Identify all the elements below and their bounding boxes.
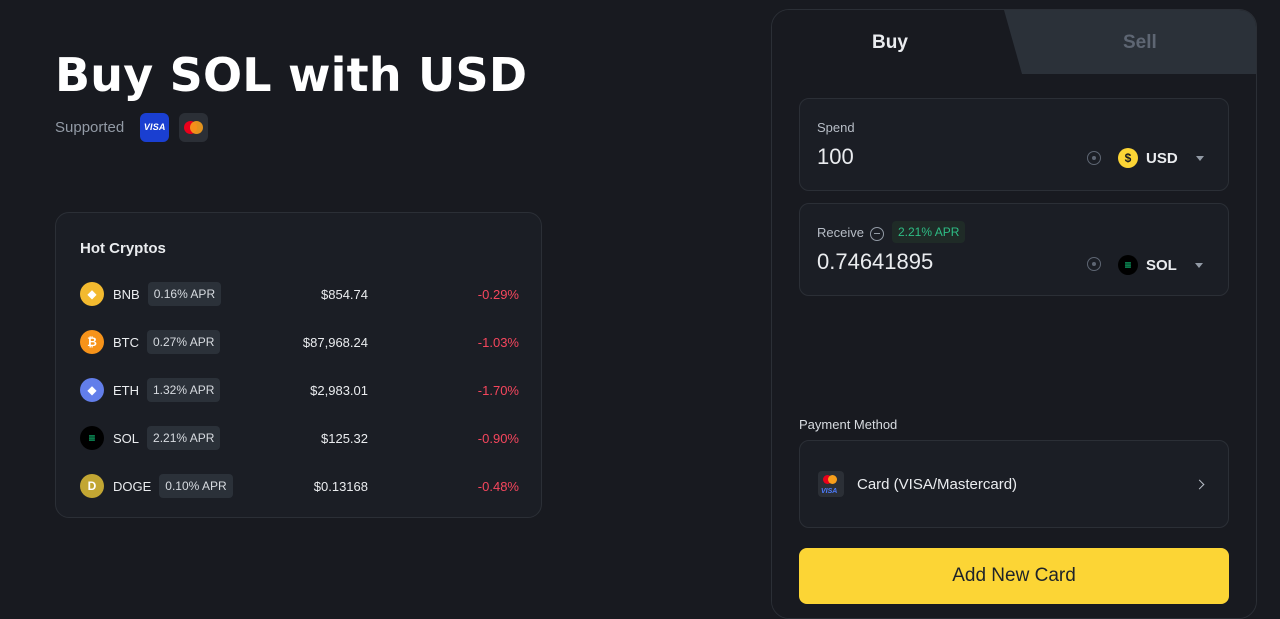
coin-change: -0.48% <box>477 478 519 494</box>
spend-input[interactable]: 100 <box>817 144 854 170</box>
bnb-icon: ◆ <box>80 282 104 306</box>
page-title: Buy SOL with USD <box>55 48 528 102</box>
apr-badge: 0.16% APR <box>147 282 222 306</box>
hot-cryptos-card: Hot Cryptos ◆ BNB 0.16% APR $854.74 -0.2… <box>55 212 542 518</box>
crypto-row-doge[interactable]: D DOGE 0.10% APR $0.13168 -0.48% <box>80 471 520 501</box>
coin-price: $125.32 <box>321 430 368 446</box>
apr-badge: 1.32% APR <box>147 378 221 402</box>
crypto-row-sol[interactable]: ≡ SOL 2.21% APR $125.32 -0.90% <box>80 423 520 453</box>
coin-symbol: SOL <box>113 430 140 446</box>
crypto-row-bnb[interactable]: ◆ BNB 0.16% APR $854.74 -0.29% <box>80 279 520 309</box>
tab-sell[interactable]: Sell <box>1123 32 1157 54</box>
spend-label: Spend <box>817 120 855 135</box>
supported-label: Supported <box>55 118 125 136</box>
coin-price: $2,983.01 <box>310 382 368 398</box>
trade-form: Spend 100 $ USD Receive 2.21% APR 0.7464… <box>772 74 1256 618</box>
receive-field[interactable]: Receive 2.21% APR 0.74641895 ≡ SOL <box>799 203 1229 296</box>
coin-symbol: ETH <box>113 382 139 398</box>
minus-circle-icon[interactable] <box>869 226 884 241</box>
apr-badge: 0.27% APR <box>147 330 221 354</box>
trade-panel: Buy Sell Spend 100 $ USD Receive 2.21% A… <box>771 9 1257 619</box>
coin-change: -1.03% <box>477 334 519 350</box>
sol-icon: ≡ <box>80 426 104 450</box>
coin-symbol: DOGE <box>113 478 152 494</box>
visa-logo-text: VISA <box>143 122 166 132</box>
payment-method-select[interactable]: VISA Card (VISA/Mastercard) <box>799 440 1229 528</box>
receive-currency-label: SOL <box>1146 256 1177 274</box>
coin-change: -1.70% <box>477 382 519 398</box>
mastercard-icon <box>179 112 209 142</box>
coin-price: $87,968.24 <box>302 334 368 350</box>
receive-label-wrap: Receive <box>817 225 884 241</box>
coin-symbol: BTC <box>113 334 139 350</box>
crypto-row-eth[interactable]: ◆ ETH 1.32% APR $2,983.01 -1.70% <box>80 375 520 405</box>
receive-apr-badge: 2.21% APR <box>892 221 966 243</box>
receive-currency-select[interactable]: ≡ SOL <box>1118 255 1203 275</box>
coin-price: $0.13168 <box>313 478 368 494</box>
receive-input[interactable]: 0.74641895 <box>817 249 933 275</box>
spend-currency-label: USD <box>1146 149 1178 167</box>
chevron-down-icon <box>1194 262 1203 268</box>
coin-symbol: BNB <box>113 286 140 302</box>
coin-change: -0.90% <box>477 430 519 446</box>
hot-cryptos-title: Hot Cryptos <box>80 240 166 257</box>
payment-method-text: Card (VISA/Mastercard) <box>857 475 1018 493</box>
card-icon: VISA <box>818 471 844 497</box>
chevron-down-icon <box>1195 155 1204 161</box>
spend-field[interactable]: Spend 100 $ USD <box>799 98 1229 191</box>
apr-badge: 0.10% APR <box>159 474 233 498</box>
sol-icon: ≡ <box>1118 255 1138 275</box>
apr-badge: 2.21% APR <box>147 426 221 450</box>
spend-currency-select[interactable]: $ USD <box>1118 148 1204 168</box>
btc-icon: ₿ <box>80 330 104 354</box>
receive-label: Receive <box>817 225 864 240</box>
add-new-card-button[interactable]: Add New Card <box>799 548 1229 604</box>
clear-icon[interactable] <box>1087 151 1101 165</box>
visa-icon: VISA <box>140 112 170 142</box>
coin-change: -0.29% <box>477 286 519 302</box>
eth-icon: ◆ <box>80 378 104 402</box>
crypto-row-btc[interactable]: ₿ BTC 0.27% APR $87,968.24 -1.03% <box>80 327 520 357</box>
tab-buy[interactable]: Buy <box>872 32 908 54</box>
chevron-right-icon <box>1194 479 1205 490</box>
payment-method-label: Payment Method <box>799 417 898 432</box>
supported-payment-methods: Supported VISA <box>55 112 209 142</box>
doge-icon: D <box>80 474 104 498</box>
coin-price: $854.74 <box>321 286 368 302</box>
card-icon-text: VISA <box>821 488 838 495</box>
clear-icon[interactable] <box>1087 257 1101 271</box>
usd-icon: $ <box>1118 148 1138 168</box>
